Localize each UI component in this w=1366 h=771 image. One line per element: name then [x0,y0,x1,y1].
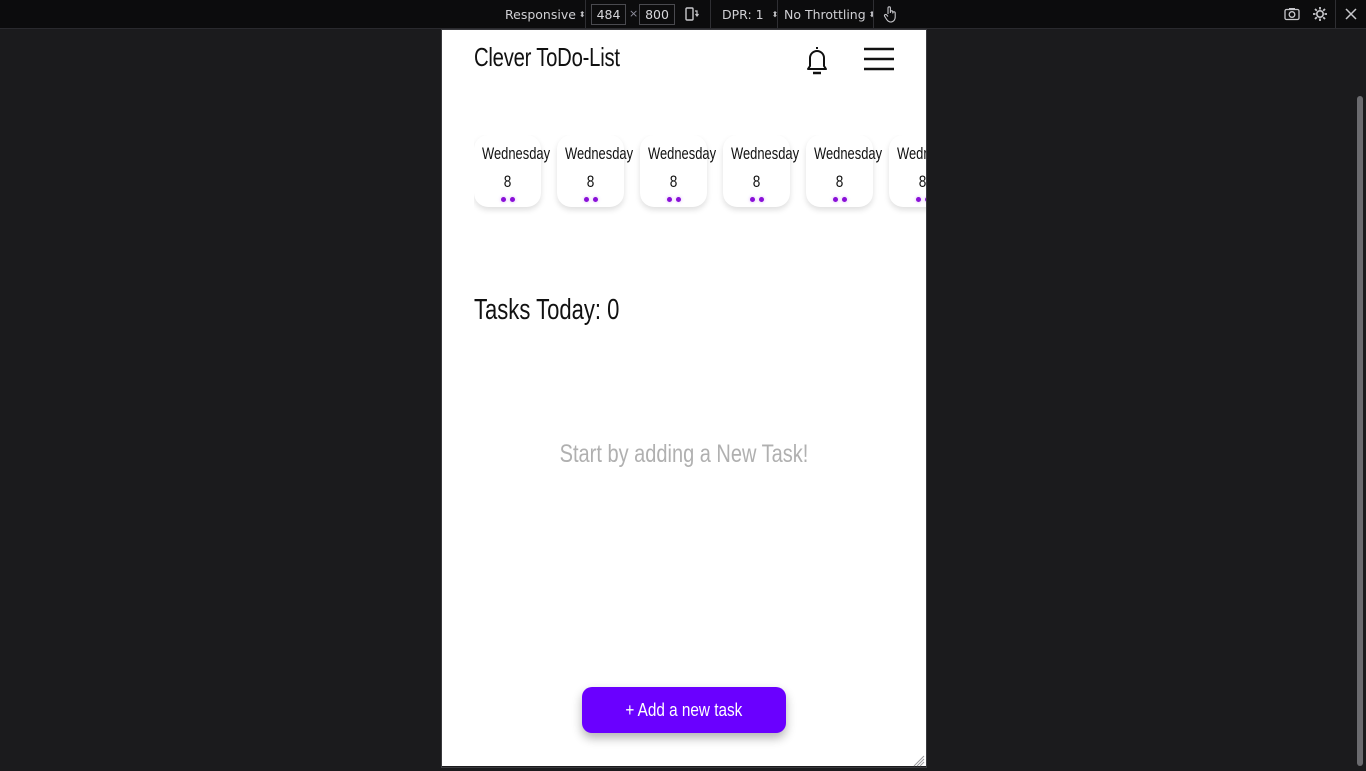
day-name: Wednesday [731,144,800,163]
day-number: 8 [669,172,678,191]
dot [666,197,672,202]
dot [915,197,921,202]
dpr-label: DPR: 1 [722,6,764,22]
day-selector: Wednesday 8 Wednesday 8 Wednesday 8 Wedn… [474,135,926,215]
dot [832,197,838,202]
throttling-label: No Throttling [784,6,866,22]
dpr-select[interactable]: DPR: 1 ⬍ [722,0,778,28]
task-indicator-dots [806,197,873,202]
gear-icon[interactable] [1311,5,1329,23]
bell-icon[interactable] [802,44,832,76]
day-name: Wednesday [565,144,634,163]
task-indicator-dots [474,197,541,202]
dot [675,197,681,202]
day-name: Wednesday [897,144,926,163]
day-card[interactable]: Wednesday 8 [474,135,551,207]
touch-simulation-icon[interactable] [881,5,899,23]
app-viewport: Clever ToDo-List Wednesday 8 Wednesday 8… [442,30,926,766]
dot [749,197,755,202]
add-task-button[interactable]: + Add a new task [582,687,786,733]
day-number: 8 [503,172,512,191]
dot [583,197,589,202]
day-number: 8 [835,172,844,191]
hamburger-menu-icon[interactable] [862,44,896,74]
task-indicator-dots [723,197,790,202]
dot [509,197,515,202]
dot [758,197,764,202]
divider [710,0,711,28]
divider [1335,0,1336,28]
dot [924,197,926,202]
day-card[interactable]: Wednesday 8 [806,135,883,207]
rotate-device-icon[interactable] [683,5,701,23]
task-indicator-dots [640,197,707,202]
day-name: Wednesday [814,144,883,163]
empty-state-message: Start by adding a New Task! [559,440,809,468]
times-symbol: × [629,7,639,20]
viewport-width-input[interactable]: 484 [591,4,626,25]
tasks-today-heading: Tasks Today: 0 [474,294,620,326]
dot [592,197,598,202]
resize-handle-icon[interactable] [911,752,925,767]
app-title: Clever ToDo-List [474,42,620,72]
divider [777,0,778,28]
throttling-select[interactable]: No Throttling ⬍ [784,0,875,28]
divider [873,0,874,28]
task-indicator-dots [557,197,624,202]
devtools-toolbar: Responsive ⬍ 484 × 800 DPR: 1 ⬍ No Throttl… [0,0,1366,29]
dot [841,197,847,202]
divider [585,0,586,28]
day-number: 8 [586,172,595,191]
width-value: 484 [596,7,621,22]
device-select[interactable]: Responsive ⬍ [505,0,586,28]
viewport-height-input[interactable]: 800 [639,4,675,25]
page-scrollbar[interactable] [1357,96,1363,766]
add-task-label: + Add a new task [625,699,743,720]
day-name: Wednesday [648,144,717,163]
close-icon[interactable] [1342,5,1360,23]
task-indicator-dots [889,197,926,202]
day-card[interactable]: Wednesday 8 [640,135,717,207]
dot [500,197,506,202]
device-select-label: Responsive [505,6,576,22]
day-card[interactable]: Wednesday 8 [557,135,634,207]
day-card[interactable]: Wednesday 8 [723,135,800,207]
height-value: 800 [645,7,669,22]
day-number: 8 [752,172,761,191]
select-arrows-icon: ⬍ [868,9,876,19]
camera-icon[interactable] [1283,5,1301,23]
day-name: Wednesday [482,144,551,163]
day-card[interactable]: Wednesday 8 [889,135,926,207]
day-number: 8 [918,172,926,191]
